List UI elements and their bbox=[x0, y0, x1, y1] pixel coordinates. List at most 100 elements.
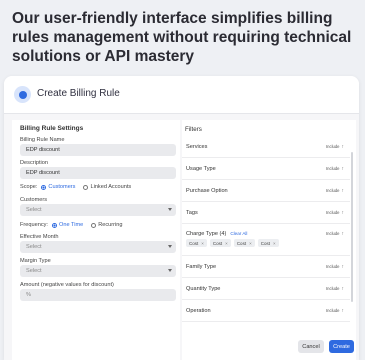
chevron-down-icon bbox=[168, 269, 172, 272]
include-label: Include bbox=[325, 286, 340, 291]
dialog-title: Create Billing Rule bbox=[37, 88, 120, 99]
filter-chip: Cost × bbox=[233, 239, 255, 247]
include-label: Include bbox=[325, 231, 340, 236]
billing-rule-icon bbox=[14, 86, 31, 103]
radio-unselected-icon[interactable] bbox=[83, 184, 89, 190]
filter-row-operation[interactable]: Operation Include ↑ bbox=[182, 300, 350, 322]
filter-name: Family Type bbox=[186, 264, 217, 270]
customers-label: Customers bbox=[20, 197, 48, 203]
filter-row-charge-type[interactable]: Charge Type (4) Clear All Include ↑ Cost × … bbox=[182, 224, 350, 256]
chevron-up-icon: ↑ bbox=[341, 286, 345, 292]
rule-name-label: Billing Rule Name bbox=[20, 137, 65, 143]
billing-rule-settings-panel: Billing Rule Settings Billing Rule Name … bbox=[12, 120, 180, 360]
amount-label: Amount (negative values for discount) bbox=[20, 282, 114, 288]
radio-selected-icon[interactable] bbox=[51, 222, 57, 228]
margin-type-select[interactable]: Select bbox=[20, 265, 176, 277]
radio-selected-icon[interactable] bbox=[41, 184, 47, 190]
filter-name: Usage Type bbox=[186, 166, 216, 172]
include-label: Include bbox=[325, 188, 340, 193]
description-input[interactable]: EDP discount bbox=[20, 167, 176, 179]
scope-radio-group: Scope: Customers Linked Accounts bbox=[20, 184, 135, 190]
filter-name: Charge Type (4) Clear All bbox=[186, 231, 247, 237]
margin-type-label: Margin Type bbox=[20, 258, 51, 264]
filters-panel: Filters Services Include ↑ Usage Type Inc… bbox=[182, 120, 356, 360]
filter-include-toggle[interactable]: Include ↑ bbox=[326, 286, 344, 292]
effective-month-select[interactable]: Select bbox=[20, 241, 176, 253]
include-label: Include bbox=[325, 166, 340, 171]
scope-label: Scope: bbox=[20, 184, 38, 190]
filter-include-toggle[interactable]: Include ↑ bbox=[326, 210, 344, 216]
chevron-up-icon: ↑ bbox=[341, 144, 345, 150]
frequency-radio-group: Frequency: One Time Recurring bbox=[20, 222, 126, 228]
filter-row-usage-type[interactable]: Usage Type Include ↑ bbox=[182, 158, 350, 180]
margin-type-select-value: Select bbox=[26, 268, 42, 274]
close-icon[interactable]: × bbox=[225, 241, 228, 246]
chevron-up-icon: ↑ bbox=[341, 188, 345, 194]
cancel-button[interactable]: Cancel bbox=[298, 340, 324, 353]
chevron-up-icon: ↑ bbox=[341, 264, 345, 270]
filter-chip: Cost × bbox=[186, 239, 207, 247]
chip-label: Cost bbox=[260, 240, 270, 246]
chevron-up-icon: ↑ bbox=[341, 308, 345, 314]
include-label: Include bbox=[325, 308, 340, 313]
filter-row-family-type[interactable]: Family Type Include ↑ bbox=[182, 256, 350, 278]
filter-include-toggle[interactable]: Include ↑ bbox=[326, 166, 344, 172]
scope-option-linked-accounts[interactable]: Linked Accounts bbox=[83, 184, 131, 190]
filter-name: Tags bbox=[186, 210, 198, 216]
filter-name: Purchase Option bbox=[186, 188, 228, 194]
filter-row-quantity-type[interactable]: Quantity Type Include ↑ bbox=[182, 278, 350, 300]
chip-label: Cost bbox=[189, 240, 199, 246]
charge-type-name: Charge Type (4) bbox=[186, 231, 227, 237]
filter-include-toggle[interactable]: Include ↑ bbox=[326, 231, 344, 237]
filter-row-purchase-option[interactable]: Purchase Option Include ↑ bbox=[182, 180, 350, 202]
filter-include-toggle[interactable]: Include ↑ bbox=[326, 188, 344, 194]
amount-input[interactable]: % bbox=[20, 289, 176, 301]
chevron-up-icon: ↑ bbox=[341, 210, 345, 216]
scope-option-label: Customers bbox=[48, 184, 76, 190]
chevron-down-icon bbox=[168, 208, 172, 211]
close-icon[interactable]: × bbox=[249, 241, 252, 246]
page-headline: Our user-friendly interface simplifies b… bbox=[12, 10, 352, 65]
filter-row-tags[interactable]: Tags Include ↑ bbox=[182, 202, 350, 224]
scope-option-customers[interactable]: Customers bbox=[41, 184, 75, 190]
effective-month-label: Effective Month bbox=[20, 234, 59, 240]
close-icon[interactable]: × bbox=[273, 241, 276, 246]
filter-include-toggle[interactable]: Include ↑ bbox=[326, 264, 344, 270]
close-icon[interactable]: × bbox=[201, 241, 204, 246]
include-label: Include bbox=[325, 144, 340, 149]
dialog-header: Create Billing Rule bbox=[4, 76, 359, 114]
chip-label: Cost bbox=[236, 240, 247, 246]
rule-name-input[interactable]: EDP discount bbox=[20, 144, 176, 156]
chip-label: Cost bbox=[212, 240, 223, 246]
clear-all-link[interactable]: Clear All bbox=[230, 231, 247, 236]
frequency-option-label: Recurring bbox=[98, 222, 123, 228]
filter-include-toggle[interactable]: Include ↑ bbox=[326, 144, 344, 150]
filters-scrollbar[interactable] bbox=[351, 152, 353, 302]
chevron-up-icon: ↑ bbox=[341, 231, 345, 237]
filter-name: Operation bbox=[186, 308, 211, 314]
frequency-option-one-time[interactable]: One Time bbox=[51, 222, 84, 228]
customers-select[interactable]: Select bbox=[20, 204, 176, 216]
frequency-option-recurring[interactable]: Recurring bbox=[91, 222, 122, 228]
filter-chip: Cost × bbox=[209, 239, 231, 247]
filter-chip: Cost × bbox=[257, 239, 279, 247]
scope-option-label: Linked Accounts bbox=[90, 184, 132, 190]
chevron-up-icon: ↑ bbox=[341, 166, 345, 172]
include-label: Include bbox=[325, 264, 340, 269]
frequency-label: Frequency: bbox=[20, 222, 48, 228]
filters-title: Filters bbox=[185, 126, 202, 133]
customers-select-value: Select bbox=[26, 207, 42, 213]
include-label: Include bbox=[325, 210, 340, 215]
chevron-down-icon bbox=[168, 245, 172, 248]
create-billing-rule-dialog: Create Billing Rule Billing Rule Setting… bbox=[4, 76, 359, 360]
description-label: Description bbox=[20, 160, 48, 166]
frequency-option-label: One Time bbox=[58, 222, 84, 228]
settings-section-title: Billing Rule Settings bbox=[20, 125, 84, 132]
filter-include-toggle[interactable]: Include ↑ bbox=[326, 308, 344, 314]
filter-row-services[interactable]: Services Include ↑ bbox=[182, 136, 350, 158]
radio-unselected-icon[interactable] bbox=[91, 222, 97, 228]
filter-name: Services bbox=[186, 144, 208, 150]
charge-type-chips: Cost × Cost × Cost × Cost × bbox=[186, 239, 279, 247]
create-button[interactable]: Create bbox=[329, 340, 354, 353]
filter-name: Quantity Type bbox=[186, 286, 221, 292]
